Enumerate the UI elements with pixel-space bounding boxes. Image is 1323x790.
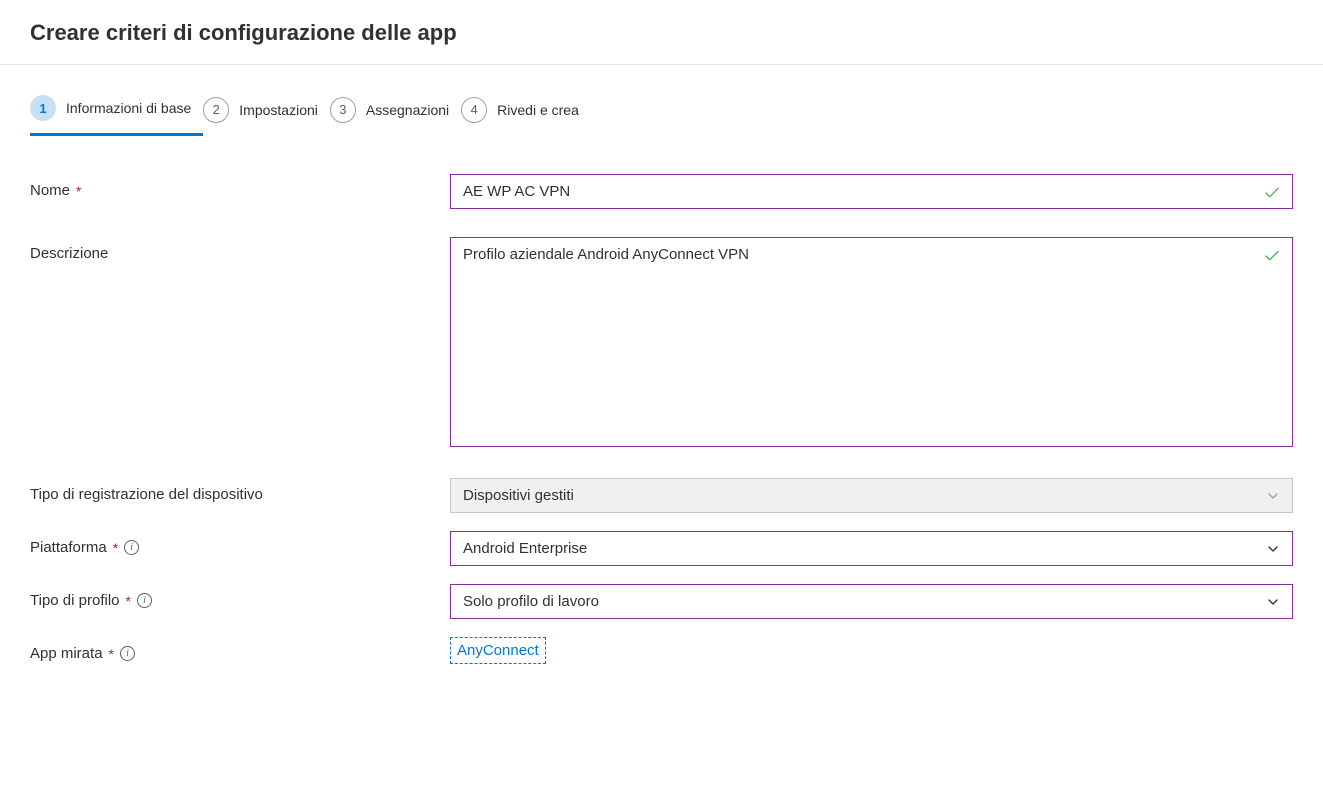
label-text: Tipo di registrazione del dispositivo <box>30 486 263 503</box>
step-label: Rivedi e crea <box>497 102 579 118</box>
step-review[interactable]: 4 Rivedi e crea <box>461 97 591 135</box>
control-platform: Android Enterprise <box>450 531 1293 566</box>
label-text: App mirata <box>30 645 103 662</box>
content-area: 1 Informazioni di base 2 Impostazioni 3 … <box>0 65 1323 722</box>
step-number: 2 <box>203 97 229 123</box>
required-asterisk: * <box>113 540 118 556</box>
required-asterisk: * <box>76 183 81 199</box>
row-targeted-app: App mirata * i AnyConnect <box>30 637 1293 664</box>
label-platform: Piattaforma * i <box>30 531 450 556</box>
step-label: Assegnazioni <box>366 102 449 118</box>
control-profile-type: Solo profilo di lavoro <box>450 584 1293 619</box>
platform-select[interactable]: Android Enterprise <box>450 531 1293 566</box>
label-text: Piattaforma <box>30 539 107 556</box>
step-settings[interactable]: 2 Impostazioni <box>203 97 330 135</box>
wizard-steps: 1 Informazioni di base 2 Impostazioni 3 … <box>30 95 1293 136</box>
label-text: Descrizione <box>30 245 108 262</box>
row-profile-type: Tipo di profilo * i Solo profilo di lavo… <box>30 584 1293 619</box>
targeted-app-link[interactable]: AnyConnect <box>450 637 546 664</box>
required-asterisk: * <box>109 646 114 662</box>
info-icon[interactable]: i <box>137 593 152 608</box>
page-title: Creare criteri di configurazione delle a… <box>30 20 1293 46</box>
step-label: Impostazioni <box>239 102 318 118</box>
label-targeted-app: App mirata * i <box>30 637 450 662</box>
required-asterisk: * <box>126 593 131 609</box>
control-name <box>450 174 1293 209</box>
label-text: Nome <box>30 182 70 199</box>
control-enrollment-type: Dispositivi gestiti <box>450 478 1293 513</box>
control-description <box>450 237 1293 450</box>
row-enrollment-type: Tipo di registrazione del dispositivo Di… <box>30 478 1293 513</box>
page-header: Creare criteri di configurazione delle a… <box>0 0 1323 65</box>
profile-type-select[interactable]: Solo profilo di lavoro <box>450 584 1293 619</box>
label-name: Nome * <box>30 174 450 199</box>
enrollment-type-select: Dispositivi gestiti <box>450 478 1293 513</box>
label-description: Descrizione <box>30 237 450 262</box>
row-platform: Piattaforma * i Android Enterprise <box>30 531 1293 566</box>
control-targeted-app: AnyConnect <box>450 637 1293 664</box>
description-textarea[interactable] <box>450 237 1293 447</box>
label-text: Tipo di profilo <box>30 592 120 609</box>
step-assignments[interactable]: 3 Assegnazioni <box>330 97 461 135</box>
row-name: Nome * <box>30 174 1293 209</box>
label-profile-type: Tipo di profilo * i <box>30 584 450 609</box>
name-input[interactable] <box>450 174 1293 209</box>
step-number: 4 <box>461 97 487 123</box>
step-number: 3 <box>330 97 356 123</box>
info-icon[interactable]: i <box>124 540 139 555</box>
label-enrollment-type: Tipo di registrazione del dispositivo <box>30 478 450 503</box>
step-number: 1 <box>30 95 56 121</box>
step-label: Informazioni di base <box>66 100 191 116</box>
info-icon[interactable]: i <box>120 646 135 661</box>
step-basics[interactable]: 1 Informazioni di base <box>30 95 203 136</box>
row-description: Descrizione <box>30 237 1293 450</box>
